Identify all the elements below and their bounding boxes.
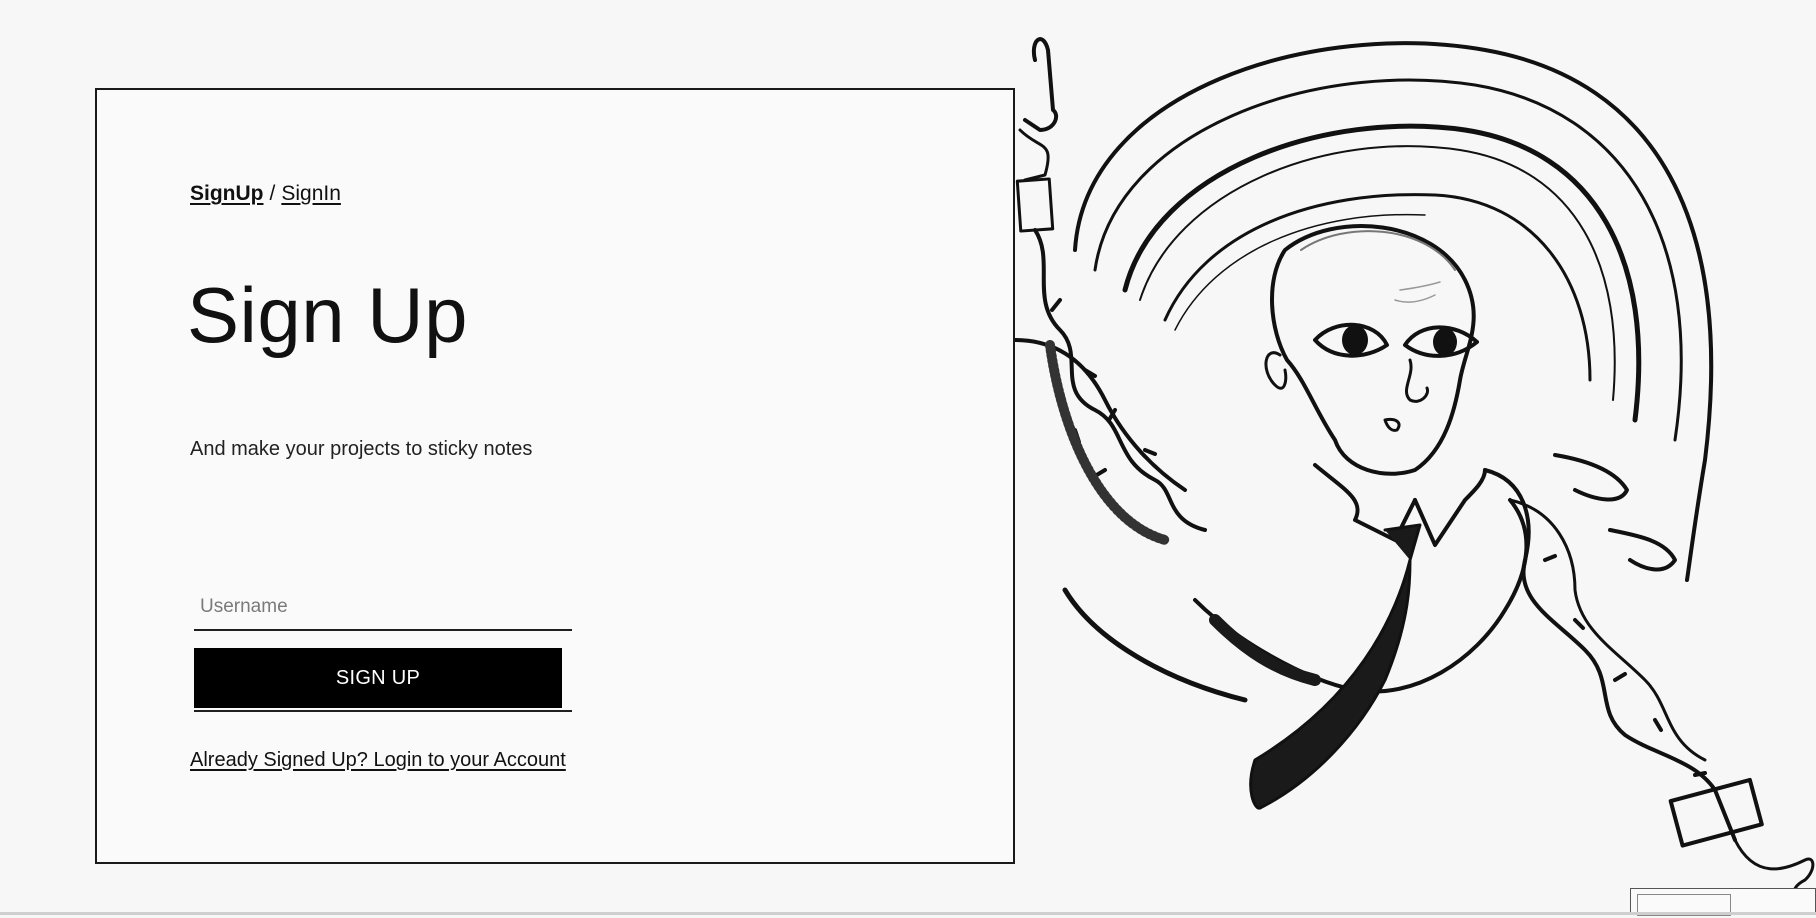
breadcrumb-separator: / <box>269 182 276 205</box>
signup-button[interactable]: SIGN UP <box>194 648 562 708</box>
page-subtitle: And make your projects to sticky notes <box>190 438 533 460</box>
signin-tab-link[interactable]: SignIn <box>281 182 341 205</box>
preview-thumbnail <box>1630 888 1816 916</box>
auth-breadcrumb: SignUp / SignIn <box>190 182 341 206</box>
bottom-divider <box>0 912 1816 915</box>
username-input[interactable] <box>194 585 572 631</box>
signup-page: SignUp / SignIn Sign Up And make your proj… <box>0 0 1816 918</box>
man-with-tie-drawing <box>1015 37 1816 903</box>
hero-illustration <box>1015 0 1816 912</box>
page-title: Sign Up <box>187 271 468 359</box>
signup-tab-link[interactable]: SignUp <box>190 182 264 205</box>
signup-card: SignUp / SignIn Sign Up And make your proj… <box>95 88 1015 864</box>
login-account-link[interactable]: Already Signed Up? Login to your Account <box>190 749 566 772</box>
